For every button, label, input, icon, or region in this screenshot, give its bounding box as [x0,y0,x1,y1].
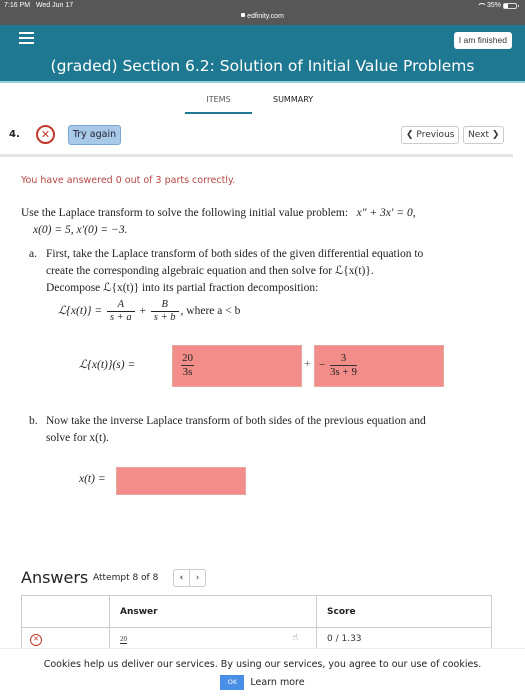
url-text: edfinity.com [247,13,284,20]
page-title: (graded) Section 6.2: Solution of Initia… [50,57,475,75]
part-a: a. First, take the Laplace transform of … [29,246,489,324]
next-button[interactable]: Next ❯ [463,126,505,144]
hand-pointer-icon[interactable]: ☝ [293,633,298,643]
plus-sign: + [139,305,147,318]
differential-equation: x″ + 3x′ = 0, [356,207,416,219]
part-b-line2: solve for x(t). [46,432,109,444]
chevron-left-icon: ❮ [406,130,414,140]
answer-cell-value: 20 [120,635,127,644]
part-a-answer-row: ℒ{x(t)}(s) = 20 3s + − 3 3s + 9 [79,345,444,387]
answers-table: Answer Score ✕ 20 ☝ 0 / 1.33 [21,595,492,652]
status-bar: 7:16 PM Wed Jun 17 edfinity.com 35% [0,0,525,25]
answer-2-sign: − [319,359,326,371]
attempt-prev-button[interactable]: ‹ [174,570,190,586]
tab-summary[interactable]: SUMMARY [273,93,313,114]
cookie-text: Cookies help us deliver our services. By… [43,659,482,670]
chevron-right-icon: ❯ [491,130,500,140]
wifi-icon [476,2,487,9]
answer-lhs: ℒ{x(t)}(s) = [79,359,136,371]
part-a-label: a. [29,248,37,260]
url-bar[interactable]: edfinity.com [0,13,525,20]
answers-heading: Answers [21,568,89,587]
incorrect-x-icon: ✕ [30,634,42,646]
attempt-next-button[interactable]: › [190,570,205,586]
part-a-line1: First, take the Laplace transform of bot… [46,248,424,260]
initial-conditions: x(0) = 5, x′(0) = −3. [33,224,128,236]
part-b-line1: Now take the inverse Laplace transform o… [46,415,426,427]
try-again-button[interactable]: Try again [68,125,121,145]
table-header-row: Answer Score [21,595,492,628]
lock-icon [241,13,246,18]
battery-icon [503,2,519,9]
fraction-a: As + a [106,299,135,324]
column-header-answer: Answer [109,595,317,628]
divider [0,154,513,157]
status-right: 35% [476,2,519,9]
hamburger-icon[interactable] [19,32,34,45]
part-a-line3: Decompose ℒ{x(t)} into its partial fract… [46,282,319,294]
part-b-label: b. [29,415,38,427]
xt-answer-input[interactable] [116,467,246,495]
battery-percent: 35% [486,2,501,9]
answer-1-fraction: 20 3s [181,352,194,378]
formula-lhs: ℒ{x(t)} = [58,305,103,318]
column-header-score: Score [316,595,492,628]
app-header: I am finished (graded) Section 6.2: Solu… [0,25,525,83]
answer-plus: + [304,358,311,370]
incorrect-x-icon: ✕ [36,125,55,144]
attempt-pager: ‹ › [173,569,206,587]
learn-more-link[interactable]: Learn more [250,677,304,688]
status-message: You have answered 0 out of 3 parts corre… [21,175,236,186]
previous-button[interactable]: ❮ Previous [401,126,460,144]
tab-items[interactable]: ITEMS [185,93,252,114]
cookie-ok-button[interactable]: OK [220,675,245,690]
formula-condition: , where a < b [180,305,241,318]
cookie-banner: Cookies help us deliver our services. By… [0,648,525,700]
answer-input-2[interactable]: − 3 3s + 9 [314,345,444,387]
status-time: 7:16 PM Wed Jun 17 [4,2,74,9]
tab-bar: ITEMS SUMMARY [185,93,313,114]
part-b: b. Now take the inverse Laplace transfor… [29,413,489,447]
answer-input-1[interactable]: 20 3s [172,345,302,387]
answer-2-fraction: 3 3s + 9 [330,352,357,378]
fraction-b: Bs + b [150,299,179,324]
i-am-finished-button[interactable]: I am finished [453,32,512,49]
column-header-status [21,595,110,628]
xt-lhs: x(t) = [79,473,106,485]
attempt-label: Attempt 8 of 8 [93,573,159,583]
question-number: 4. [9,129,20,140]
partial-fraction-formula: ℒ{x(t)} = As + a + Bs + b, where a < b [46,299,489,324]
part-a-line2: create the corresponding algebraic equat… [46,265,374,277]
problem-intro: Use the Laplace transform to solve the f… [21,207,349,219]
problem-statement: Use the Laplace transform to solve the f… [21,205,491,239]
